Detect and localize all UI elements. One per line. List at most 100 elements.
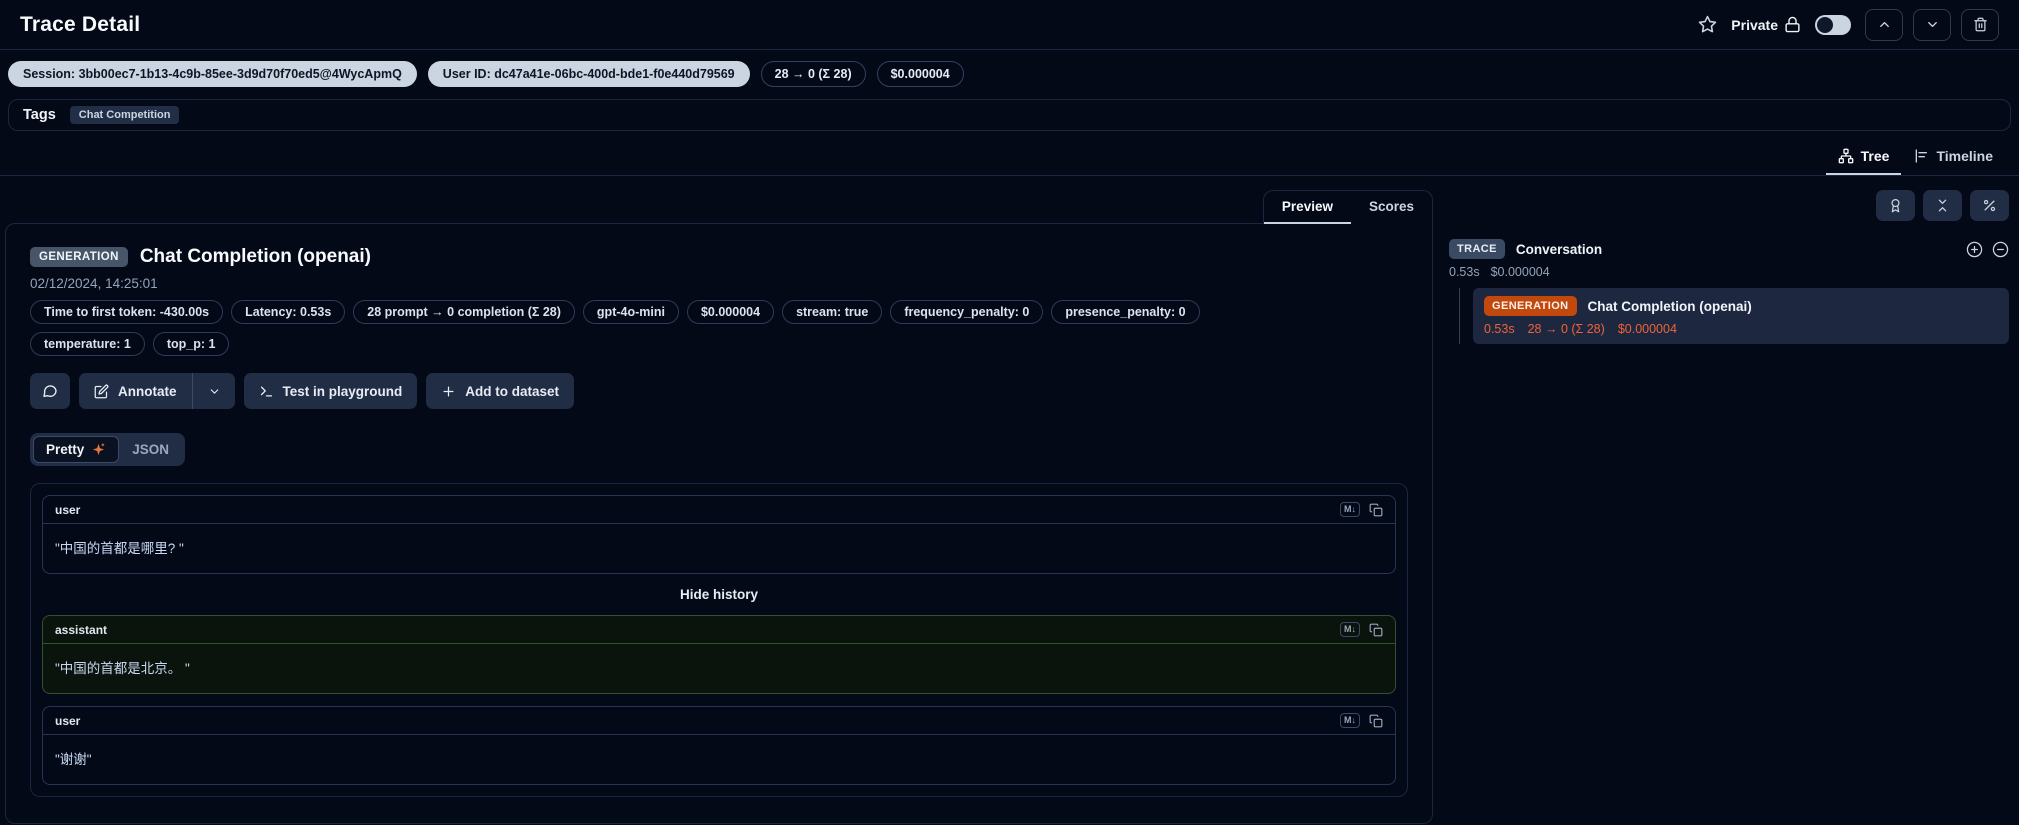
pill-cost: $0.000004 [687, 300, 774, 324]
markdown-toggle-icon[interactable]: M↓ [1340, 713, 1360, 728]
tab-tree-label: Tree [1861, 148, 1890, 164]
message-header: assistant M↓ [43, 616, 1395, 644]
test-in-playground-button[interactable]: Test in playground [244, 373, 418, 409]
trash-icon [1973, 17, 1988, 32]
next-trace-button[interactable] [1913, 9, 1951, 41]
message-card-user-1: user M↓ "中国的首都是哪里? " [42, 495, 1396, 574]
pill-token-usage: 28 prompt → 0 completion (Σ 28) [353, 300, 575, 324]
observation-actions: Annotate Test in playground [30, 373, 1408, 409]
tab-tree[interactable]: Tree [1826, 141, 1902, 175]
format-pretty-segment[interactable]: Pretty [33, 436, 119, 463]
expand-all-button[interactable] [1966, 241, 1983, 258]
trace-nav-group [1865, 9, 1999, 41]
copy-button[interactable] [1369, 714, 1383, 728]
privacy-toggle[interactable] [1815, 15, 1851, 35]
terminal-icon [259, 384, 274, 399]
observation-timestamp: 02/12/2024, 14:25:01 [30, 276, 1408, 291]
generation-tokens: 28 → 0 (Σ 28) [1528, 322, 1605, 336]
collapse-tree-button[interactable] [1992, 241, 2009, 258]
user-id-badge[interactable]: User ID: dc47a41e-06bc-400d-bde1-f0e440d… [428, 61, 750, 87]
observation-detail-panel: GENERATION Chat Completion (openai) 02/1… [5, 223, 1433, 824]
copy-button[interactable] [1369, 503, 1383, 517]
chat-bubble-icon [42, 383, 58, 399]
generation-cost: $0.000004 [1618, 322, 1677, 336]
scores-toggle-button[interactable] [1876, 190, 1915, 221]
observation-panel-column: Preview Scores GENERATION Chat Completio… [5, 190, 1433, 824]
pill-frequency-penalty: frequency_penalty: 0 [890, 300, 1043, 324]
message-role: user [55, 714, 80, 728]
privacy-status: Private [1731, 16, 1801, 33]
message-content: "中国的首都是北京。 " [43, 644, 1395, 693]
generation-title: Chat Completion (openai) [1588, 299, 1752, 314]
tab-preview[interactable]: Preview [1264, 191, 1351, 224]
pill-presence-penalty: presence_penalty: 0 [1051, 300, 1199, 324]
plus-circle-icon [1966, 241, 1983, 258]
metrics-toggle-button[interactable] [1970, 190, 2009, 221]
collapse-all-button[interactable] [1923, 190, 1962, 221]
format-json-segment[interactable]: JSON [119, 436, 182, 463]
timeline-icon [1913, 148, 1929, 164]
trace-cost: $0.000004 [1491, 265, 1550, 279]
trace-meta-row: Session: 3bb00ec7-1b13-4c9b-85ee-3d9d70f… [0, 50, 2019, 97]
generation-row: GENERATION Chat Completion (openai) [1484, 296, 1998, 316]
add-to-dataset-button[interactable]: Add to dataset [426, 373, 574, 409]
cost-badge: $0.000004 [877, 61, 964, 87]
session-badge[interactable]: Session: 3bb00ec7-1b13-4c9b-85ee-3d9d70f… [8, 61, 417, 87]
token-usage-badge: 28 → 0 (Σ 28) [761, 61, 866, 87]
copy-button[interactable] [1369, 623, 1383, 637]
trace-metrics: 0.53s $0.000004 [1449, 265, 2009, 279]
star-icon [1698, 15, 1717, 34]
copy-icon [1369, 714, 1383, 728]
bookmark-star-button[interactable] [1698, 15, 1717, 34]
pill-model[interactable]: gpt-4o-mini [583, 300, 679, 324]
copy-icon [1369, 503, 1383, 517]
award-icon [1888, 198, 1903, 213]
trace-tree-root[interactable]: TRACE Conversation [1449, 239, 2009, 259]
tree-item-generation[interactable]: GENERATION Chat Completion (openai) 0.53… [1473, 288, 2009, 344]
message-content: "谢谢" [43, 735, 1395, 784]
markdown-toggle-icon[interactable]: M↓ [1340, 502, 1360, 517]
pill-latency: Latency: 0.53s [231, 300, 345, 324]
markdown-toggle-icon[interactable]: M↓ [1340, 622, 1360, 637]
pill-time-to-first-token: Time to first token: -430.00s [30, 300, 223, 324]
previous-trace-button[interactable] [1865, 9, 1903, 41]
tag-chip[interactable]: Chat Competition [70, 106, 180, 124]
message-tools: M↓ [1340, 502, 1383, 517]
annotate-dropdown-button[interactable] [193, 373, 235, 409]
hide-history-button[interactable]: Hide history [42, 586, 1396, 603]
chevron-down-icon [208, 385, 221, 398]
view-tabs: Tree Timeline [0, 141, 2019, 176]
panel-tabs: Preview Scores [1263, 190, 1433, 224]
generation-metrics: 0.53s 28 → 0 (Σ 28) $0.000004 [1484, 322, 1998, 336]
content-area: Preview Scores GENERATION Chat Completio… [0, 176, 2019, 824]
observation-metrics-pills: Time to first token: -430.00s Latency: 0… [30, 300, 1320, 356]
message-tools: M↓ [1340, 622, 1383, 637]
annotate-label: Annotate [118, 384, 177, 399]
pill-temperature: temperature: 1 [30, 332, 145, 356]
pen-square-icon [94, 384, 109, 399]
delete-trace-button[interactable] [1961, 9, 1999, 41]
pill-top-p: top_p: 1 [153, 332, 230, 356]
plus-icon [441, 384, 456, 399]
sparkles-icon [91, 442, 106, 457]
format-toggle: Pretty JSON [30, 433, 185, 466]
message-header: user M↓ [43, 496, 1395, 524]
tree-toolbar [1449, 190, 2009, 221]
fold-vertical-icon [1935, 198, 1950, 213]
observation-title: Chat Completion (openai) [140, 246, 371, 268]
annotate-button[interactable]: Annotate [79, 373, 192, 409]
tree-icon [1838, 148, 1854, 164]
comments-button[interactable] [30, 373, 70, 409]
observation-type-badge: GENERATION [30, 247, 128, 267]
tab-timeline[interactable]: Timeline [1901, 141, 2005, 175]
tab-scores[interactable]: Scores [1351, 191, 1432, 224]
message-card-assistant: assistant M↓ "中国的首都是北京。 " [42, 615, 1396, 694]
pretty-label: Pretty [46, 442, 84, 457]
minus-circle-icon [1992, 241, 2009, 258]
copy-icon [1369, 623, 1383, 637]
toggle-knob [1817, 17, 1833, 33]
observation-header: GENERATION Chat Completion (openai) [30, 246, 1408, 268]
lock-icon [1784, 16, 1801, 33]
message-role: assistant [55, 623, 107, 637]
trace-title[interactable]: Conversation [1516, 242, 1602, 257]
